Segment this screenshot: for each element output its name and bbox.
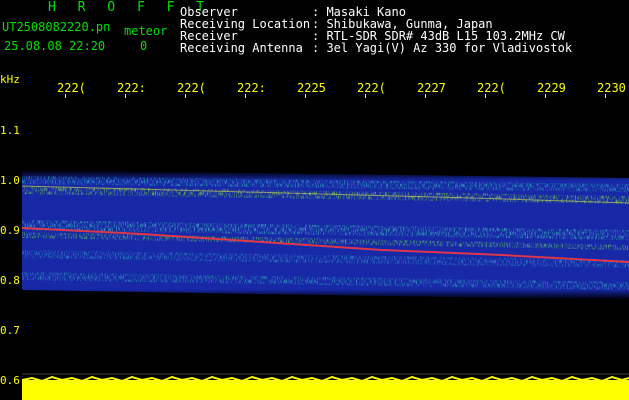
time-tick-mark [425, 94, 426, 98]
time-tick-label: 222( [177, 81, 206, 95]
frequency-tick-label: 1.1 [0, 124, 20, 137]
time-tick-label: 2227 [417, 81, 446, 95]
time-tick-mark [65, 94, 66, 98]
time-tick-label: 222: [117, 81, 146, 95]
filename-label: UT2508082220.pn [2, 20, 111, 34]
datetime-label: 25.08.08 22:20 [4, 39, 106, 53]
frequency-tick-label: 1.0 [0, 174, 20, 187]
time-tick-label: 222( [357, 81, 386, 95]
count-label: 0 [140, 39, 148, 53]
time-tick-mark [605, 94, 606, 98]
time-tick-mark [305, 94, 306, 98]
time-tick-label: 222( [477, 81, 506, 95]
frequency-tick-label: 0.6 [0, 374, 20, 387]
frequency-unit-label: kHz [0, 73, 20, 86]
header-panel: H R O F F T UT2508082220.pn meteor 25.08… [0, 0, 629, 70]
frequency-tick-label: 0.7 [0, 324, 20, 337]
time-tick-label: 222( [57, 81, 86, 95]
frequency-axis: kHz 1.1 1.0 0.9 0.8 0.7 0.6 [0, 70, 22, 400]
antenna-value: : 3el Yagi(V) Az 330 for Vladivostok [312, 41, 573, 55]
time-tick-label: 222: [237, 81, 266, 95]
time-tick-mark [245, 94, 246, 98]
frequency-tick-label: 0.9 [0, 224, 20, 237]
signal-band-region [22, 170, 629, 300]
time-tick-mark [485, 94, 486, 98]
time-tick-label: 2229 [537, 81, 566, 95]
time-tick-label: 2225 [297, 81, 326, 95]
time-tick-mark [185, 94, 186, 98]
noise-floor [22, 375, 629, 400]
time-axis: 222( 222: 222( 222: 2225 222( 2227 222( … [0, 78, 629, 98]
mode-label: meteor [124, 24, 168, 38]
time-tick-label: 2230 [597, 81, 626, 95]
antenna-label: Receiving Antenna [180, 41, 303, 55]
time-tick-mark [545, 94, 546, 98]
time-tick-mark [125, 94, 126, 98]
frequency-tick-label: 0.8 [0, 274, 20, 287]
spectrogram-plot [22, 170, 629, 400]
time-tick-mark [365, 94, 366, 98]
